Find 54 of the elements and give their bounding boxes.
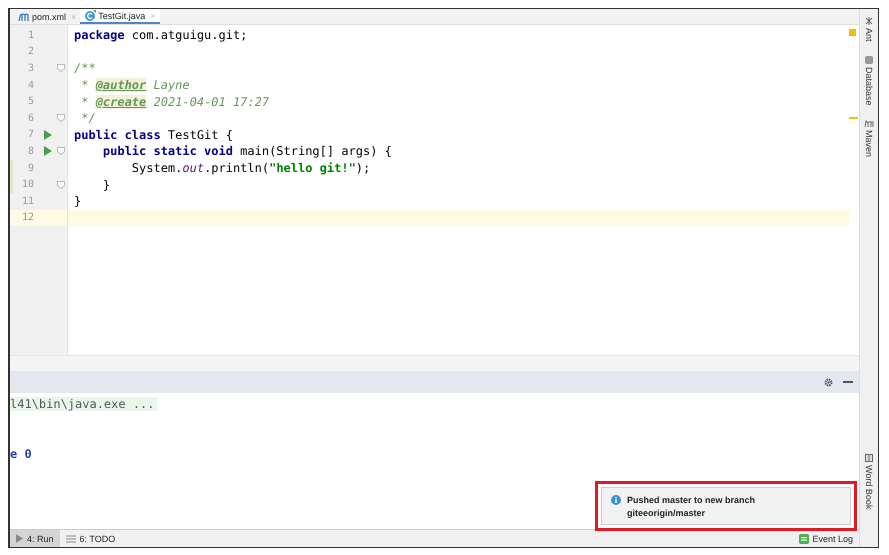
notification-text: Pushed master to new branch giteeorigin/master — [627, 494, 756, 520]
database-icon — [865, 56, 873, 64]
fold-icon[interactable] — [57, 180, 65, 189]
fold-icon[interactable] — [57, 64, 65, 72]
line-number: 4 — [26, 80, 34, 91]
file-tab[interactable]: TestGit.java × — [80, 9, 160, 24]
line-number: 3 — [26, 62, 34, 74]
code-line: System.out.println("hello git!"); — [130, 161, 370, 176]
code-line: * @create 2021-04-01 17:27 — [80, 94, 270, 109]
ant-icon — [865, 17, 873, 25]
info-icon — [611, 495, 621, 505]
minimize-icon[interactable] — [843, 381, 853, 383]
warning-marker[interactable] — [849, 117, 858, 119]
fold-icon[interactable] — [57, 114, 65, 122]
line-number: 5 — [26, 96, 34, 108]
tool-window-button[interactable]: Maven — [864, 117, 874, 160]
run-icon[interactable] — [44, 130, 52, 140]
code-line: * @author Layne — [80, 78, 190, 92]
code-line: public static void main(String[] args) { — [102, 144, 392, 158]
line-number: 10 — [20, 179, 34, 190]
inspection-icon[interactable] — [849, 29, 856, 36]
class-icon — [84, 10, 96, 22]
code-line: /** — [74, 61, 96, 76]
run-icon[interactable] — [44, 146, 52, 156]
code-line: } — [74, 194, 82, 208]
code-line: public class TestGit { — [74, 128, 233, 142]
code-line: */ — [80, 111, 96, 126]
line-number: 7 — [26, 129, 34, 140]
tool-window-button[interactable]: Ant — [864, 15, 874, 44]
line-number: 8 — [26, 146, 34, 157]
code-line: package com.atguigu.git; — [74, 28, 248, 42]
run-icon — [16, 534, 23, 543]
maven-icon — [18, 12, 30, 22]
line-number: 1 — [26, 30, 34, 41]
tool-window-button[interactable]: Word Book — [864, 452, 874, 511]
horizontal-scrollbar[interactable] — [10, 355, 859, 371]
book-icon — [865, 454, 873, 462]
event-log-button[interactable]: Event Log — [793, 534, 859, 544]
line-number: 11 — [20, 196, 34, 207]
console-line: e 0 — [10, 446, 32, 461]
tool-window-tab[interactable]: 4: Run — [10, 530, 60, 547]
line-number: 9 — [26, 162, 34, 174]
code-line: } — [102, 178, 110, 192]
line-number: 6 — [26, 112, 34, 124]
line-number: 12 — [20, 212, 34, 224]
log-icon — [799, 534, 810, 544]
maven-icon — [864, 119, 874, 128]
file-tab[interactable]: pom.xml × — [14, 9, 80, 24]
tool-window-tab[interactable]: 6: TODO — [60, 530, 122, 547]
fold-icon[interactable] — [57, 147, 65, 156]
tool-window-button[interactable]: Database — [864, 54, 874, 108]
line-number: 2 — [26, 46, 34, 58]
list-icon — [66, 534, 76, 542]
settings-icon[interactable] — [823, 376, 834, 388]
